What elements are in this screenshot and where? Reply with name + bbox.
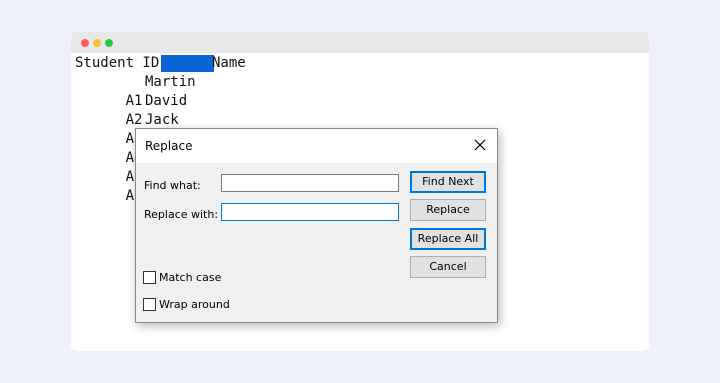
replace-with-input[interactable]: [221, 203, 399, 221]
text-row: A4: [75, 130, 143, 166]
find-what-input[interactable]: [221, 174, 399, 192]
dialog-title: Replace: [145, 139, 193, 153]
match-case-label: Match case: [159, 271, 222, 284]
selected-tab-character: [161, 55, 214, 72]
close-icon[interactable]: [469, 134, 491, 156]
header-line: Student ID Name: [75, 54, 246, 73]
maximize-window-dot[interactable]: [105, 39, 113, 47]
row-name: Martin: [145, 74, 196, 90]
replace-all-button[interactable]: Replace All: [410, 228, 486, 250]
replace-button[interactable]: Replace: [410, 199, 486, 221]
replace-dialog: Replace Find what: Replace with: Find Ne…: [135, 128, 498, 323]
match-case-checkbox[interactable]: [143, 271, 156, 284]
text-row: A6: [75, 168, 143, 204]
header-name-label: Name: [212, 55, 246, 71]
find-what-label: Find what:: [144, 179, 201, 192]
close-window-dot[interactable]: [81, 39, 89, 47]
wrap-around-label: Wrap around: [159, 298, 230, 311]
find-next-button[interactable]: Find Next: [410, 171, 486, 193]
header-id-label: Student ID: [75, 55, 160, 71]
window-titlebar: [71, 32, 649, 53]
row-name: David: [145, 93, 188, 109]
text-row: A1 Martin: [75, 73, 196, 109]
replace-with-label: Replace with:: [144, 208, 219, 221]
wrap-around-checkbox[interactable]: [143, 298, 156, 311]
text-row: A2 David: [75, 92, 188, 128]
minimize-window-dot[interactable]: [93, 39, 101, 47]
text-row: A3 Jack: [75, 111, 179, 147]
dialog-titlebar: Replace: [136, 129, 497, 163]
cancel-button[interactable]: Cancel: [410, 256, 486, 278]
text-row: A5: [75, 149, 143, 185]
